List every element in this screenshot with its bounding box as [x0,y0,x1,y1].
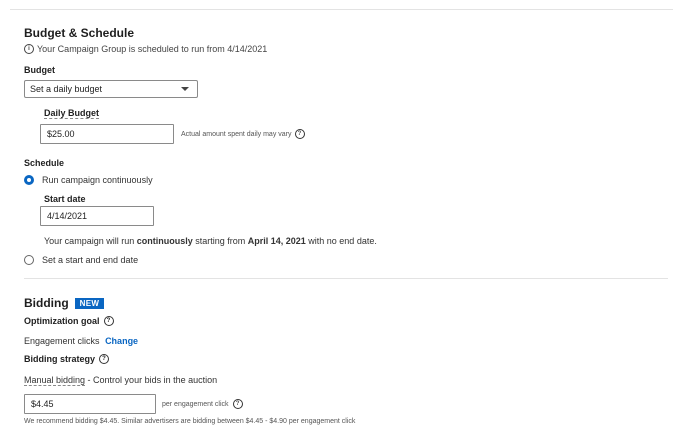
bid-amount-value: $4.45 [31,399,54,409]
budget-type-select[interactable]: Set a daily budget [24,80,198,98]
radio-start-end-date[interactable]: Set a start and end date [24,255,138,265]
schedule-desc-prefix: Your campaign will run [44,236,137,246]
help-icon[interactable]: ? [232,399,243,409]
daily-budget-input[interactable]: $25.00 [40,124,174,144]
bid-amount-input[interactable]: $4.45 [24,394,156,414]
bidding-title: Bidding [24,296,69,310]
chevron-down-icon [181,87,189,91]
schedule-desc-suffix: with no end date. [305,236,377,246]
schedule-info: i Your Campaign Group is scheduled to ru… [24,44,267,54]
start-date-value: 4/14/2021 [47,211,88,221]
optimization-goal-value-row: Engagement clicks Change [24,336,138,346]
info-icon: i [24,44,34,54]
radio-start-end-date-label: Set a start and end date [42,255,139,265]
budget-type-select-value: Set a daily budget [30,84,103,94]
bidding-strategy-row: Bidding strategy ? [24,354,110,364]
schedule-label: Schedule [24,158,65,168]
daily-budget-value: $25.00 [47,129,75,139]
budget-schedule-heading: Budget & Schedule [24,26,135,40]
bidding-strategy-desc: - Control your bids in the auction [85,375,218,385]
schedule-info-text: Your Campaign Group is scheduled to run … [37,44,268,54]
start-date-input[interactable]: 4/14/2021 [40,206,154,226]
help-icon[interactable]: ? [294,129,305,139]
bid-recommendation: We recommend bidding $4.45. Similar adve… [24,418,356,425]
daily-budget-label: Daily Budget [44,108,100,119]
bidding-heading: Bidding NEW [24,296,105,310]
schedule-description: Your campaign will run continuously star… [44,236,377,246]
help-icon[interactable]: ? [103,316,114,326]
help-icon[interactable]: ? [99,354,110,364]
optimization-goal-value: Engagement clicks [24,336,100,346]
manual-bidding-link[interactable]: Manual bidding [24,375,86,386]
start-date-label: Start date [44,194,86,204]
radio-empty-icon [24,255,34,265]
top-divider [10,9,673,10]
schedule-desc-bold-continuously: continuously [136,236,193,246]
change-optimization-goal-link[interactable]: Change [105,336,138,346]
radio-run-continuously[interactable]: Run campaign continuously [24,175,153,185]
daily-budget-note-text: Actual amount spent daily may vary [181,130,292,138]
daily-budget-note: Actual amount spent daily may vary ? [181,129,305,139]
new-badge: NEW [74,297,105,309]
bidding-strategy-value: Manual bidding - Control your bids in th… [24,375,218,386]
optimization-goal-label: Optimization goal [24,316,100,326]
radio-run-continuously-label: Run campaign continuously [42,175,153,185]
radio-selected-icon [24,175,34,185]
bid-unit: per engagement click ? [162,399,243,409]
bidding-strategy-label: Bidding strategy [24,354,96,364]
section-divider [24,278,668,279]
optimization-goal-row: Optimization goal ? [24,316,114,326]
budget-label: Budget [24,65,55,75]
bid-unit-text: per engagement click [162,400,229,408]
schedule-desc-bold-date: April 14, 2021 [247,236,306,246]
schedule-desc-mid: starting from [192,236,248,246]
